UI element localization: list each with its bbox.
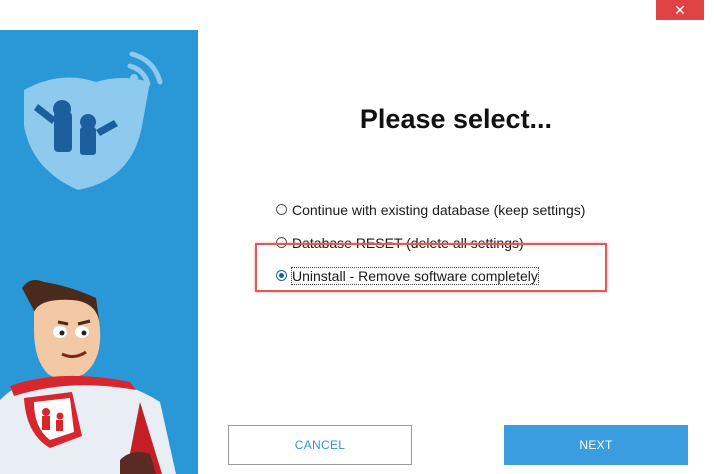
- uninstall-options-group: Continue with existing database (keep se…: [276, 193, 585, 292]
- cancel-button[interactable]: CANCEL: [228, 425, 412, 465]
- option-label: Continue with existing database (keep se…: [292, 201, 586, 218]
- option-continue-existing-db[interactable]: Continue with existing database (keep se…: [276, 193, 585, 226]
- option-database-reset[interactable]: Database RESET (delete all settings): [276, 226, 585, 259]
- superhero-mascot-icon: [0, 280, 176, 474]
- radio-button[interactable]: [276, 237, 287, 248]
- close-icon: ✕: [674, 2, 686, 18]
- close-button[interactable]: ✕: [656, 0, 704, 20]
- page-title: Please select...: [359, 104, 553, 134]
- radio-button[interactable]: [276, 204, 287, 215]
- radio-button-selected[interactable]: [276, 270, 287, 281]
- family-shield-icon: [24, 51, 163, 190]
- next-button[interactable]: NEXT: [504, 425, 688, 465]
- option-label: Uninstall - Remove software completely: [291, 266, 539, 285]
- option-label: Database RESET (delete all settings): [292, 234, 524, 251]
- option-uninstall[interactable]: Uninstall - Remove software completely: [276, 259, 585, 292]
- installer-window: ✕ Please select... Continue with existin…: [0, 0, 714, 474]
- side-panel: [0, 30, 198, 474]
